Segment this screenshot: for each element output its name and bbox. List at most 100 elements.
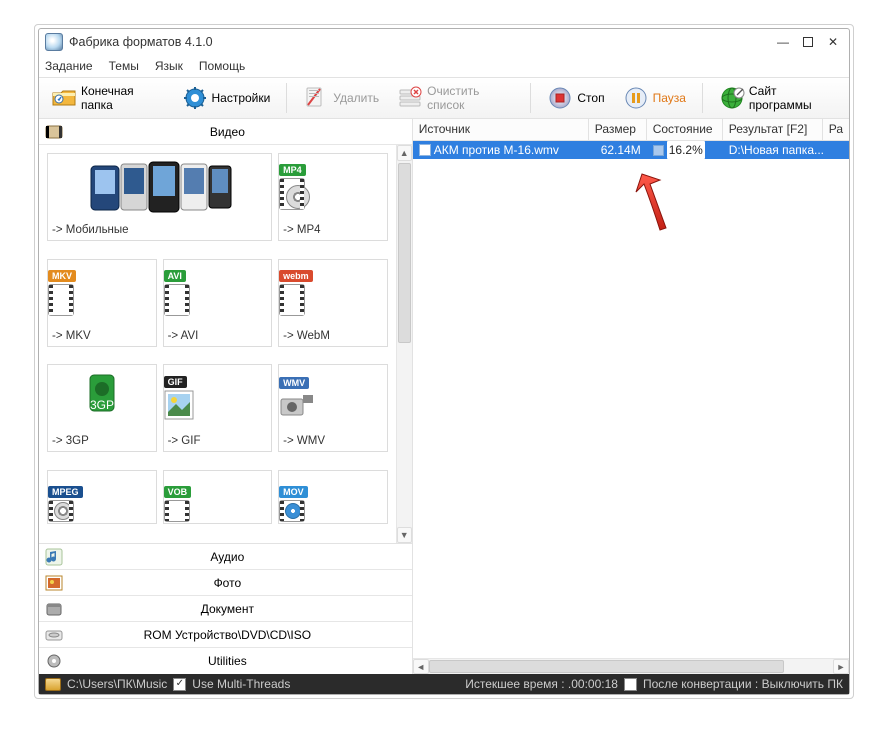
music-note-icon: [45, 548, 63, 566]
tile-vob[interactable]: VOB: [163, 470, 273, 524]
mov-icon: MOV: [279, 477, 387, 524]
tile-3gp[interactable]: 3GP -> 3GP: [47, 364, 157, 452]
app-icon: [45, 33, 63, 51]
task-panel: Источник Размер Состояние Результат [F2]…: [413, 119, 849, 674]
stop-button[interactable]: Стоп: [541, 83, 610, 113]
gif-icon: GIF: [164, 371, 272, 425]
tile-mp4[interactable]: MP4 -> MP4: [278, 153, 388, 241]
multithread-label: Use Multi-Threads: [192, 677, 290, 691]
scrollbar-thumb[interactable]: [398, 163, 411, 343]
output-folder-label: Конечная папка: [81, 84, 164, 112]
disc-drive-icon: [45, 626, 63, 644]
tile-webm[interactable]: webm -> WebM: [278, 259, 388, 347]
tile-mkv[interactable]: MKV -> MKV: [47, 259, 157, 347]
globe-icon: [719, 85, 745, 111]
category-header-video[interactable]: Видео: [39, 119, 412, 145]
titlebar: Фабрика форматов 4.1.0 — ✕: [39, 29, 849, 55]
stop-icon: [547, 85, 573, 111]
video-icon: [45, 123, 63, 141]
output-folder-button[interactable]: Конечная папка: [45, 82, 170, 114]
tile-gif[interactable]: GIF -> GIF: [163, 364, 273, 452]
remove-button[interactable]: Удалить: [297, 83, 385, 113]
row-source: АКМ против М-16.wmv: [434, 141, 559, 159]
col-size[interactable]: Размер: [589, 119, 647, 140]
app-window: Фабрика форматов 4.1.0 — ✕ Задание Темы …: [38, 28, 850, 695]
tile-mobile[interactable]: -> Мобильные: [47, 153, 272, 241]
status-path: C:\Users\ПК\Music: [67, 677, 167, 691]
tile-3gp-label: -> 3GP: [52, 435, 89, 447]
minimize-button[interactable]: —: [777, 36, 789, 48]
3gp-icon: 3GP: [48, 371, 156, 425]
tile-wmv[interactable]: WMV -> WMV: [278, 364, 388, 452]
col-source[interactable]: Источник: [413, 119, 589, 140]
col-extra[interactable]: Ра: [823, 119, 849, 140]
tile-mp4-label: -> MP4: [283, 224, 320, 236]
pause-label: Пауза: [653, 91, 686, 105]
col-result[interactable]: Результат [F2]: [723, 119, 823, 140]
table-row[interactable]: АКМ против М-16.wmv 62.14M 16.2% D:\Нова…: [413, 141, 849, 159]
svg-text:3GP: 3GP: [90, 398, 114, 412]
pause-button[interactable]: Пауза: [617, 83, 692, 113]
gear-small-icon: [45, 652, 63, 670]
menu-themes[interactable]: Темы: [109, 59, 139, 73]
phones-icon: [48, 160, 271, 214]
mp4-icon: MP4: [279, 160, 387, 214]
tile-mpeg[interactable]: MPEG: [47, 470, 157, 524]
category-rom[interactable]: ROM Устройство\DVD\CD\ISO: [39, 622, 412, 648]
clear-list-button[interactable]: Очистить список: [391, 82, 520, 114]
category-audio-label: Аудио: [73, 550, 412, 564]
table-header: Источник Размер Состояние Результат [F2]…: [413, 119, 849, 141]
tile-webm-label: -> WebM: [283, 330, 330, 342]
tile-mkv-label: -> MKV: [52, 330, 91, 342]
state-square-icon: [653, 145, 664, 156]
file-icon: [419, 144, 431, 156]
row-state: 16.2%: [667, 141, 705, 159]
category-list: Аудио Фото Документ ROM Устройство\DVD\C…: [39, 543, 412, 674]
site-button[interactable]: Сайт программы: [713, 82, 843, 114]
menu-lang[interactable]: Язык: [155, 59, 183, 73]
clear-label: Очистить список: [427, 84, 514, 112]
category-audio[interactable]: Аудио: [39, 544, 412, 570]
status-folder-icon[interactable]: [45, 678, 61, 691]
toolbar: Конечная папка Настройки Удалить Очистит…: [39, 77, 849, 119]
horizontal-scrollbar[interactable]: ◄ ►: [413, 658, 849, 674]
clear-icon: [397, 85, 423, 111]
window-title: Фабрика форматов 4.1.0: [69, 35, 777, 49]
vob-icon: VOB: [164, 477, 272, 524]
wmv-icon: WMV: [279, 371, 387, 425]
sidebar-scrollbar[interactable]: ▲ ▼: [396, 145, 412, 543]
remove-label: Удалить: [333, 91, 379, 105]
avi-icon: AVI: [164, 266, 272, 320]
tile-avi[interactable]: AVI -> AVI: [163, 259, 273, 347]
webm-icon: webm: [279, 266, 387, 320]
category-utilities[interactable]: Utilities: [39, 648, 412, 674]
format-grid: -> Мобильные MP4 -> MP4 MKV: [39, 145, 396, 543]
category-video-label: Видео: [73, 125, 412, 139]
maximize-button[interactable]: [803, 37, 813, 47]
close-button[interactable]: ✕: [827, 36, 839, 48]
col-state[interactable]: Состояние: [647, 119, 723, 140]
settings-button[interactable]: Настройки: [176, 83, 277, 113]
category-photo-label: Фото: [73, 576, 412, 590]
settings-label: Настройки: [212, 91, 271, 105]
category-util-label: Utilities: [73, 654, 412, 668]
tile-mov[interactable]: MOV: [278, 470, 388, 524]
sidebar: Видео -> Моб: [39, 119, 413, 674]
category-doc-label: Документ: [73, 602, 412, 616]
menu-task[interactable]: Задание: [45, 59, 93, 73]
mkv-icon: MKV: [48, 266, 156, 320]
hscroll-thumb[interactable]: [429, 660, 785, 673]
row-size: 62.14M: [589, 141, 647, 159]
document-icon: [45, 600, 63, 618]
site-label: Сайт программы: [749, 84, 837, 112]
after-convert-checkbox[interactable]: [624, 678, 637, 691]
task-rows: АКМ против М-16.wmv 62.14M 16.2% D:\Нова…: [413, 141, 849, 658]
photo-icon: [45, 574, 63, 592]
tile-gif-label: -> GIF: [168, 435, 201, 447]
menu-help[interactable]: Помощь: [199, 59, 245, 73]
gear-icon: [182, 85, 208, 111]
stop-label: Стоп: [577, 91, 604, 105]
multithread-checkbox[interactable]: ✓: [173, 678, 186, 691]
category-photo[interactable]: Фото: [39, 570, 412, 596]
category-document[interactable]: Документ: [39, 596, 412, 622]
